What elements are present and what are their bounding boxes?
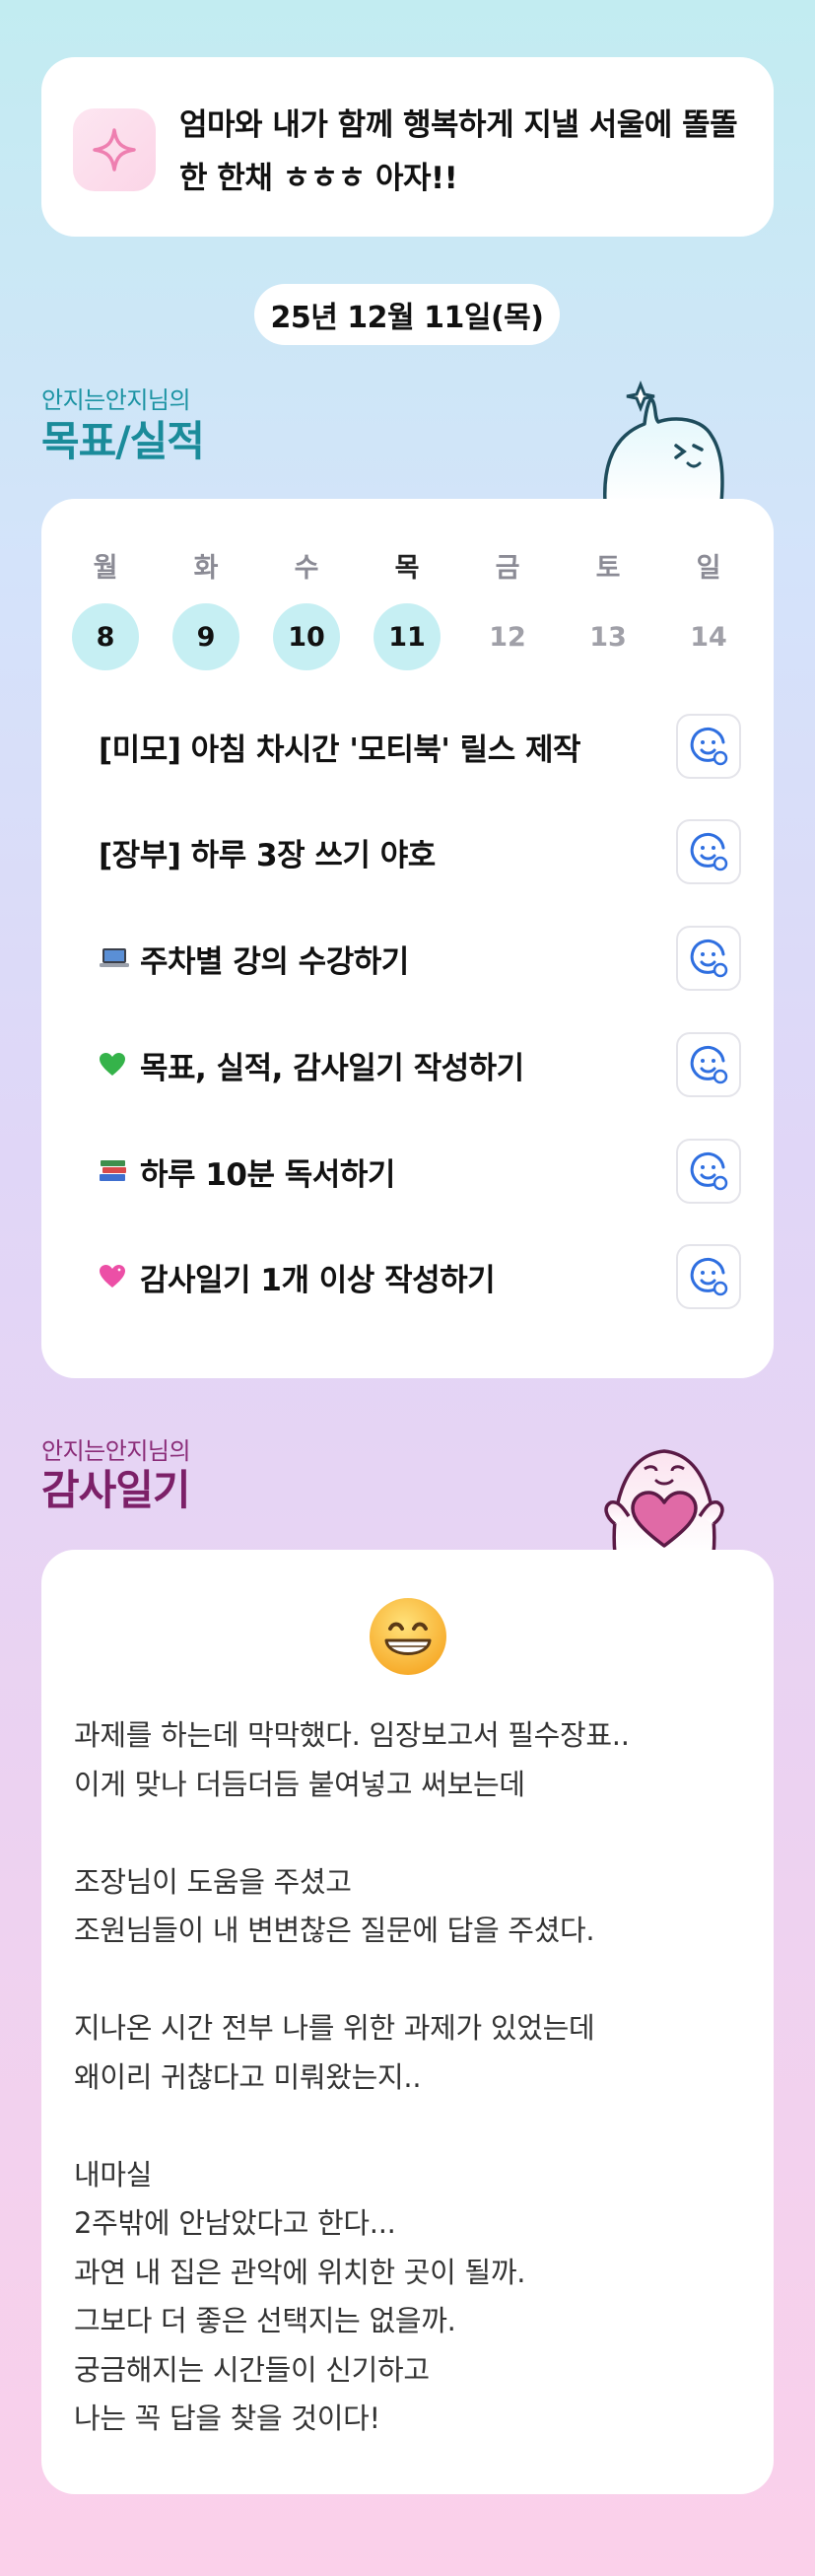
day-circle[interactable]: 9	[172, 603, 239, 670]
pink-heart-icon	[99, 1264, 132, 1289]
task-item[interactable]: [미모] 아침 차시간 '모티북' 릴스 제작	[99, 714, 650, 779]
smiley-add-icon	[690, 832, 728, 871]
day-circle[interactable]: 14	[675, 603, 742, 670]
weekday-label-today: 목	[394, 553, 420, 584]
date-pill[interactable]: 25년 12월 11일(목)	[254, 284, 560, 345]
smiley-add-icon	[690, 1045, 728, 1084]
pink-mascot-icon	[604, 1449, 724, 1554]
add-feedback-button[interactable]	[676, 1032, 741, 1097]
task-item[interactable]: 목표, 실적, 감사일기 작성하기	[99, 1032, 650, 1097]
sparkle-icon	[73, 108, 156, 191]
diary-section-title: 감사일기	[41, 1466, 191, 1514]
goal-text: 엄마와 내가 함께 행복하게 지낼 서울에 똘똘한 한채 ㅎㅎㅎ 아자!!	[179, 107, 738, 196]
day-circle[interactable]: 8	[72, 603, 139, 670]
blue-mascot-icon	[603, 380, 724, 503]
laptop-icon	[99, 946, 132, 970]
day-circle-today[interactable]: 11	[374, 603, 441, 670]
books-icon	[99, 1158, 132, 1184]
weekday-label: 토	[595, 553, 621, 584]
add-feedback-button[interactable]	[676, 819, 741, 884]
weekday-label: 화	[193, 553, 219, 584]
day-circle[interactable]: 10	[273, 603, 340, 670]
weekday-label: 수	[294, 553, 319, 584]
add-feedback-button[interactable]	[676, 714, 741, 779]
task-label: 감사일기 1개 이상 작성하기	[140, 1262, 496, 1298]
task-label: [미모] 아침 차시간 '모티북' 릴스 제작	[99, 731, 581, 768]
task-item[interactable]: 주차별 강의 수강하기	[99, 926, 650, 991]
day-circle[interactable]: 13	[575, 603, 642, 670]
task-label: 하루 10분 독서하기	[140, 1156, 395, 1193]
diary-text: 과제를 하는데 막막했다. 임장보고서 필수장표.. 이게 맞나 더듬더듬 붙여…	[74, 1718, 630, 2435]
weekday-label: 금	[495, 553, 520, 584]
task-item[interactable]: 감사일기 1개 이상 작성하기	[99, 1244, 650, 1309]
task-item[interactable]: 하루 10분 독서하기	[99, 1139, 650, 1204]
smiley-add-icon	[690, 727, 728, 766]
goal-card: 엄마와 내가 함께 행복하게 지낼 서울에 똘똘한 한채 ㅎㅎㅎ 아자!!	[41, 57, 774, 237]
task-item[interactable]: [장부] 하루 3장 쓰기 야호	[99, 819, 650, 884]
add-feedback-button[interactable]	[676, 926, 741, 991]
smiley-add-icon	[690, 1257, 728, 1296]
add-feedback-button[interactable]	[676, 1139, 741, 1204]
goals-section-title: 목표/실적	[41, 417, 205, 465]
task-label: 주차별 강의 수강하기	[140, 943, 409, 980]
grinning-face-icon	[370, 1598, 446, 1675]
green-heart-icon	[99, 1052, 132, 1078]
weekday-label: 월	[93, 553, 118, 584]
add-feedback-button[interactable]	[676, 1244, 741, 1309]
smiley-add-icon	[690, 1151, 728, 1191]
task-label: [장부] 하루 3장 쓰기 야호	[99, 837, 436, 873]
day-circle[interactable]: 12	[474, 603, 541, 670]
weekday-label: 일	[696, 553, 721, 584]
smiley-add-icon	[690, 939, 728, 978]
task-label: 목표, 실적, 감사일기 작성하기	[140, 1050, 524, 1086]
